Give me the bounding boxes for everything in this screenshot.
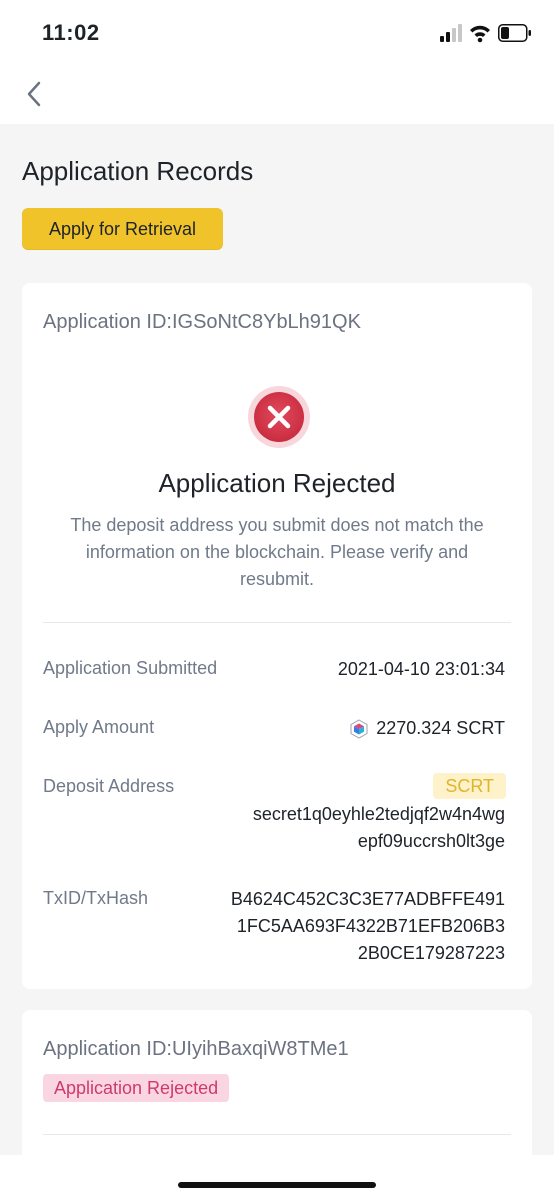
address-line: secret1q0eyhle2tedjqf2w4n4wg (252, 804, 505, 824)
status-time: 11:02 (42, 20, 100, 45)
cellular-signal-icon (440, 24, 462, 42)
divider (43, 1134, 511, 1135)
txid-line: 1FC5AA693F4322B71EFB206B3 (236, 916, 505, 936)
application-id: Application ID:UIyihBaxqiW8TMe1 (43, 1038, 349, 1060)
status-title: Application Rejected (158, 468, 396, 498)
home-indicator[interactable] (178, 1182, 376, 1188)
status-bar: 11:02 (0, 0, 554, 66)
submitted-value: 2021-04-10 23:01:34 (337, 659, 505, 679)
deposit-address-label: Deposit Address (43, 776, 175, 796)
home-indicator-area (0, 1155, 554, 1200)
back-button[interactable] (18, 76, 54, 112)
address-line: epf09uccrsh0lt3ge (357, 831, 505, 851)
divider (43, 622, 511, 623)
status-icons (440, 24, 531, 43)
wifi-icon (470, 25, 490, 43)
amount-value: 2270.324 SCRT (376, 718, 505, 738)
scrt-coin-icon (350, 718, 368, 739)
network-tag: SCRT (433, 773, 506, 799)
amount-value-row: 2270.324 SCRT (349, 715, 505, 742)
status-description: The deposit address you submit does not … (70, 515, 484, 589)
txid-label: TxID/TxHash (43, 888, 149, 908)
page-title: Application Records (22, 156, 254, 186)
txid-line: B4624C452C3C3E77ADBFFE491 (230, 889, 505, 909)
application-record-card: Application ID:IGSoNtC8YbLh91QK Applicat… (22, 283, 532, 989)
submitted-label: Application Submitted (43, 658, 218, 678)
apply-for-retrieval-button[interactable]: Apply for Retrieval (22, 208, 223, 250)
amount-label: Apply Amount (43, 717, 155, 737)
deposit-address-value[interactable]: secret1q0eyhle2tedjqf2w4n4wg epf09uccrsh… (253, 801, 505, 855)
nav-bar (0, 66, 554, 124)
status-badge: Application Rejected (43, 1074, 230, 1102)
rejected-x-icon (248, 386, 310, 448)
txid-line: 2B0CE179287223 (357, 943, 505, 963)
chevron-left-icon (27, 81, 41, 107)
battery-icon (498, 24, 531, 42)
txid-value[interactable]: B4624C452C3C3E77ADBFFE491 1FC5AA693F4322… (231, 886, 505, 967)
application-id: Application ID:IGSoNtC8YbLh91QK (43, 311, 361, 333)
